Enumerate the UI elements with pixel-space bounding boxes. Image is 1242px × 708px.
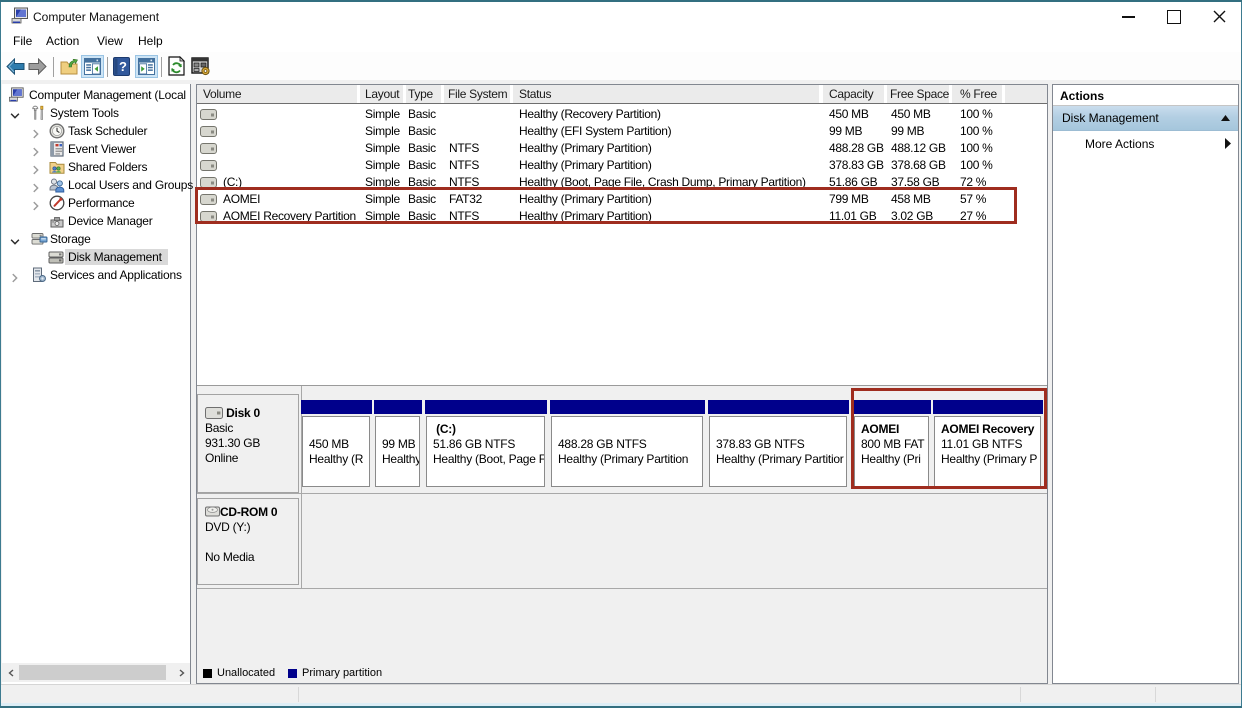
svg-text:?: ? bbox=[119, 59, 127, 74]
